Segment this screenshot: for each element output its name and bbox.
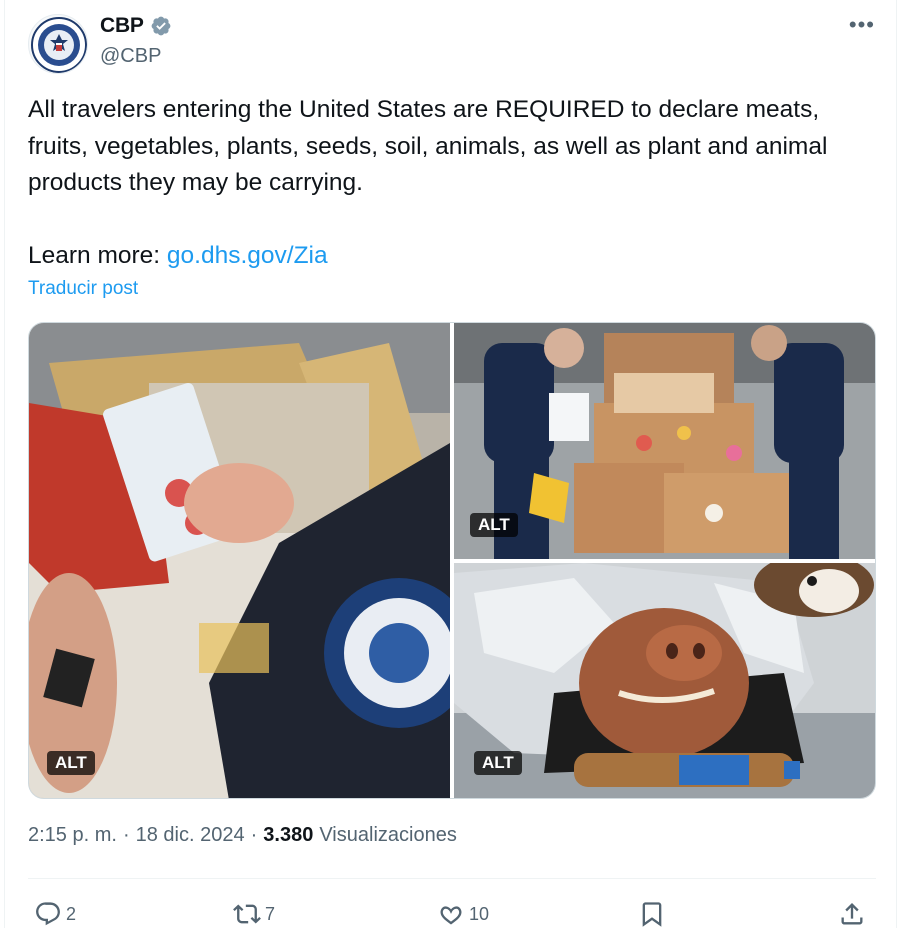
handle[interactable]: @CBP [100, 45, 161, 68]
action-bar: 2 7 10 [0, 896, 901, 928]
reply-icon [36, 902, 60, 926]
post-paragraph: All travelers entering the United States… [28, 96, 835, 196]
meta-separator: · [250, 824, 258, 846]
bookmark-icon [642, 902, 662, 927]
alt-badge[interactable]: ALT [47, 751, 95, 775]
repost-count: 7 [265, 903, 276, 924]
verified-badge-icon [151, 16, 171, 36]
media-image-2[interactable]: ALT [454, 323, 875, 559]
alt-badge[interactable]: ALT [474, 751, 522, 775]
views-label[interactable]: Visualizaciones [319, 824, 457, 847]
post-meta: 2:15 p. m. · 18 dic. 2024 · 3.380 Visual… [28, 824, 457, 847]
more-options-icon[interactable]: ••• [849, 14, 875, 36]
views-count[interactable]: 3.380 [263, 824, 313, 847]
avatar[interactable] [28, 14, 88, 74]
learn-more-link[interactable]: go.dhs.gov/Zia [167, 242, 328, 269]
learn-more-line: Learn more: go.dhs.gov/Zia [28, 238, 873, 275]
like-button[interactable]: 10 [437, 900, 489, 928]
like-count: 10 [469, 903, 490, 924]
media-image-3[interactable]: ALT [454, 563, 875, 798]
post-time[interactable]: 2:15 p. m. [28, 824, 117, 847]
reply-count: 2 [66, 903, 77, 924]
display-name[interactable]: CBP [100, 14, 144, 38]
alt-badge[interactable]: ALT [470, 513, 518, 537]
translate-post-link[interactable]: Traducir post [28, 278, 138, 300]
heart-icon [440, 906, 462, 925]
bookmark-button[interactable] [638, 900, 666, 928]
post-date[interactable]: 18 dic. 2024 [136, 824, 245, 847]
cbp-seal-icon [31, 17, 87, 73]
post-text: All travelers entering the United States… [28, 92, 873, 274]
media-image-1[interactable]: ALT [29, 323, 450, 798]
repost-icon [233, 904, 261, 924]
learn-more-prefix: Learn more: [28, 241, 167, 269]
meta-separator: · [122, 824, 130, 846]
divider [28, 878, 876, 879]
share-button[interactable] [838, 900, 866, 928]
media-grid: ALT ALT ALT [28, 322, 876, 799]
repost-button[interactable]: 7 [233, 900, 275, 928]
share-icon [841, 903, 863, 925]
reply-button[interactable]: 2 [34, 900, 76, 928]
officer-inspecting-package-image [29, 323, 450, 798]
